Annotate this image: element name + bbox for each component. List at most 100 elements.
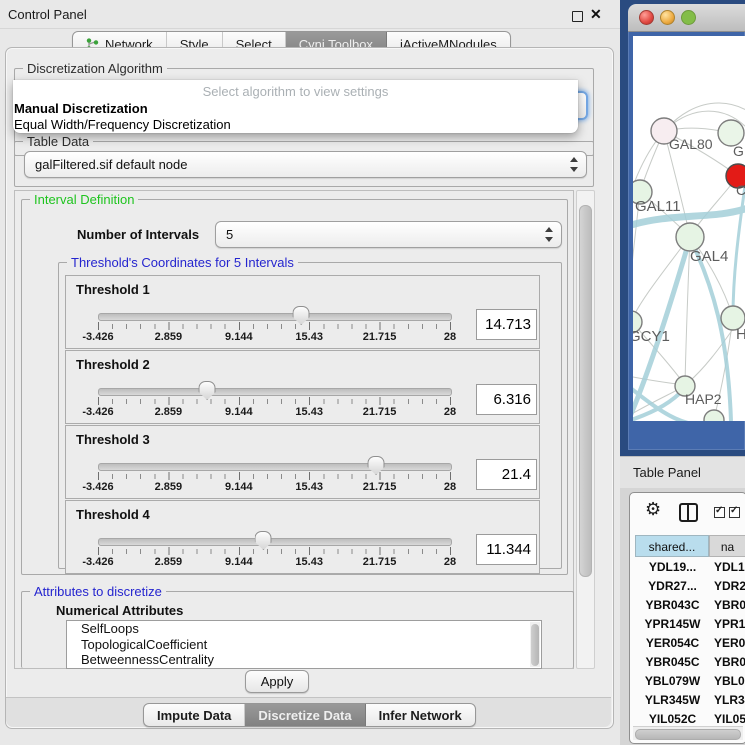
threshold-label: Threshold 2 [76, 357, 150, 372]
network-canvas[interactable]: GAL80 G C GAL11 GAL4 GCY1 H HAP2 [633, 36, 745, 421]
threshold-value-field[interactable]: 6.316 [476, 384, 537, 415]
number-of-intervals-value: 5 [226, 227, 233, 242]
number-of-intervals-combobox[interactable]: 5 [215, 221, 562, 248]
checkbox-icon[interactable] [729, 507, 740, 518]
slider-track[interactable] [98, 463, 452, 471]
table-panel-background: ⚙ shared... na YDL19... YDL19... YDR27..… [620, 488, 745, 745]
slider-track[interactable] [98, 313, 452, 321]
close-traffic-light[interactable] [639, 10, 654, 25]
close-icon[interactable]: ✕ [590, 6, 602, 23]
apply-button[interactable]: Apply [245, 670, 309, 693]
scale-label: 21.715 [363, 556, 397, 568]
gear-icon[interactable]: ⚙ [645, 499, 661, 520]
cell-name: YER054C [714, 636, 745, 650]
table-row[interactable]: YPR145W YPR145W [630, 617, 745, 636]
cell-name: YBR045C [714, 655, 745, 669]
threshold-value-field[interactable]: 11.344 [476, 534, 537, 565]
column-header-name[interactable]: na [709, 535, 745, 557]
list-scrollbar[interactable] [530, 622, 540, 667]
threshold-value-field[interactable]: 14.713 [476, 309, 537, 340]
scale-label: 2.859 [155, 406, 183, 418]
discretization-algorithm-label: Discretization Algorithm [23, 61, 167, 76]
scale-label: 28 [444, 406, 456, 418]
tab-infer-network[interactable]: Infer Network [366, 704, 475, 726]
node-label-gal11: GAL11 [635, 198, 681, 215]
slider-scale: -3.426 2.859 9.144 15.43 21.715 28 [98, 406, 450, 418]
tab-discretize-data[interactable]: Discretize Data [245, 704, 365, 726]
scale-label: 2.859 [155, 556, 183, 568]
slider-scale: -3.426 2.859 9.144 15.43 21.715 28 [98, 331, 450, 343]
scale-label: 21.715 [363, 481, 397, 493]
table-horizontal-scrollbar[interactable] [633, 726, 743, 740]
scale-label: 9.144 [225, 481, 253, 493]
node-label-hap2: HAP2 [685, 391, 722, 407]
slider-scale: -3.426 2.859 9.144 15.43 21.715 28 [98, 481, 450, 493]
table-data-combobox[interactable]: galFiltered.sif default node [24, 151, 587, 178]
scale-label: 9.144 [225, 331, 253, 343]
bottom-tabbar: Impute Data Discretize Data Infer Networ… [143, 703, 476, 727]
table-row[interactable]: YBL079W YBL079W [630, 674, 745, 693]
cell-name: YIL052C [714, 712, 745, 726]
table-row[interactable]: YBR043C YBR043C [630, 598, 745, 617]
tab-impute-data[interactable]: Impute Data [144, 704, 245, 726]
cell-name: YBR043C [714, 598, 745, 612]
column-layout-icon[interactable] [679, 503, 698, 522]
scale-label: -3.426 [82, 406, 113, 418]
table-row[interactable]: YDL19... YDL19... [630, 560, 745, 579]
table-row[interactable]: YBR045C YBR045C [630, 655, 745, 674]
list-item[interactable]: TopologicalCoefficient [67, 637, 541, 653]
node-label-gcy1: GCY1 [633, 328, 670, 345]
thresholds-group: Threshold's Coordinates for 5 Intervals … [58, 262, 562, 569]
threshold-1-panel: Threshold 1 -3.426 2.859 9.144 15.43 21.… [65, 275, 540, 349]
cell-name: YBL079W [714, 674, 745, 688]
thresholds-group-label: Threshold's Coordinates for 5 Intervals [67, 255, 298, 270]
checkbox-icon[interactable] [714, 507, 725, 518]
node-label-clipped: G [733, 143, 744, 159]
float-window-icon[interactable] [572, 11, 583, 22]
cell-shared-name: YBL079W [636, 674, 709, 688]
scale-label: 28 [444, 556, 456, 568]
dropdown-prompt[interactable]: Select algorithm to view settings [13, 84, 578, 99]
threshold-value-field[interactable]: 21.4 [476, 459, 537, 490]
numerical-attributes-list[interactable]: SelfLoops TopologicalCoefficient Between… [66, 620, 542, 669]
control-panel-titlebar: Control Panel [0, 0, 620, 29]
table-data-group: Table Data galFiltered.sif default node [14, 141, 594, 187]
settings-scroll-viewport: Interval Definition Number of Intervals … [14, 190, 574, 669]
cell-shared-name: YPR145W [636, 617, 709, 631]
scale-label: 2.859 [155, 481, 183, 493]
slider-major-ticks [98, 472, 451, 480]
number-of-intervals-label: Number of Intervals [77, 227, 199, 242]
minimize-traffic-light[interactable] [660, 10, 675, 25]
cell-name: YDL19... [714, 560, 745, 574]
network-window-titlebar[interactable] [628, 4, 745, 32]
list-item[interactable]: BetweennessCentrality [67, 652, 541, 668]
dropdown-option-manual[interactable]: Manual Discretization [14, 101, 148, 116]
threshold-2-panel: Threshold 2 -3.426 2.859 9.144 15.43 21.… [65, 350, 540, 424]
interval-definition-label: Interval Definition [30, 192, 138, 207]
slider-track[interactable] [98, 538, 452, 546]
cell-shared-name: YBR045C [636, 655, 709, 669]
table-data-value: galFiltered.sif default node [35, 157, 187, 172]
dropdown-option-equal-width[interactable]: Equal Width/Frequency Discretization [14, 117, 231, 132]
scale-label: -3.426 [82, 331, 113, 343]
table-row[interactable]: YER054C YER054C [630, 636, 745, 655]
zoom-traffic-light[interactable] [681, 10, 696, 25]
slider-major-ticks [98, 547, 451, 555]
scale-label: 9.144 [225, 556, 253, 568]
scale-label: 21.715 [363, 406, 397, 418]
app: Control Panel ✕ Network Style Select [0, 0, 745, 745]
table-row[interactable]: YLR345W YLR345W [630, 693, 745, 712]
panel-scrollbar[interactable] [576, 190, 595, 669]
list-scrollbar-thumb[interactable] [531, 624, 539, 666]
combo-arrows-icon [569, 156, 579, 173]
column-header-shared-name[interactable]: shared... [635, 535, 709, 557]
list-item[interactable]: SelfLoops [67, 621, 541, 637]
node-label-clipped: H [736, 326, 745, 343]
table-horizontal-scrollbar-thumb[interactable] [635, 729, 741, 740]
slider-track[interactable] [98, 388, 452, 396]
attributes-group: Attributes to discretize Numerical Attri… [21, 591, 574, 668]
panel-scrollbar-thumb[interactable] [579, 205, 592, 577]
threshold-4-panel: Threshold 4 -3.426 2.859 9.144 15.43 21.… [65, 500, 540, 574]
network-view-window[interactable]: GAL80 G C GAL11 GAL4 GCY1 H HAP2 [628, 4, 745, 450]
table-row[interactable]: YDR27... YDR27... [630, 579, 745, 598]
